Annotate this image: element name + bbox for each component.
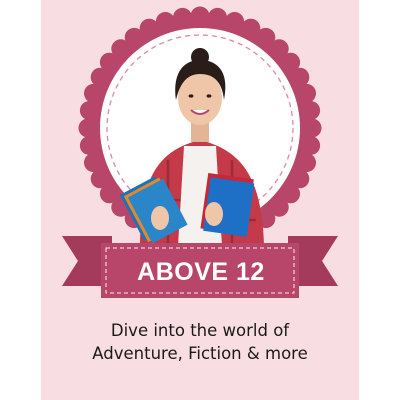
tagline-line-1: Dive into the world of (110, 321, 290, 340)
category-tile[interactable]: ABOVE 12 Dive into the world of Adventur… (0, 0, 400, 400)
tagline-line-2: Adventure, Fiction & more (92, 344, 308, 363)
age-group-label: ABOVE 12 (137, 257, 265, 286)
